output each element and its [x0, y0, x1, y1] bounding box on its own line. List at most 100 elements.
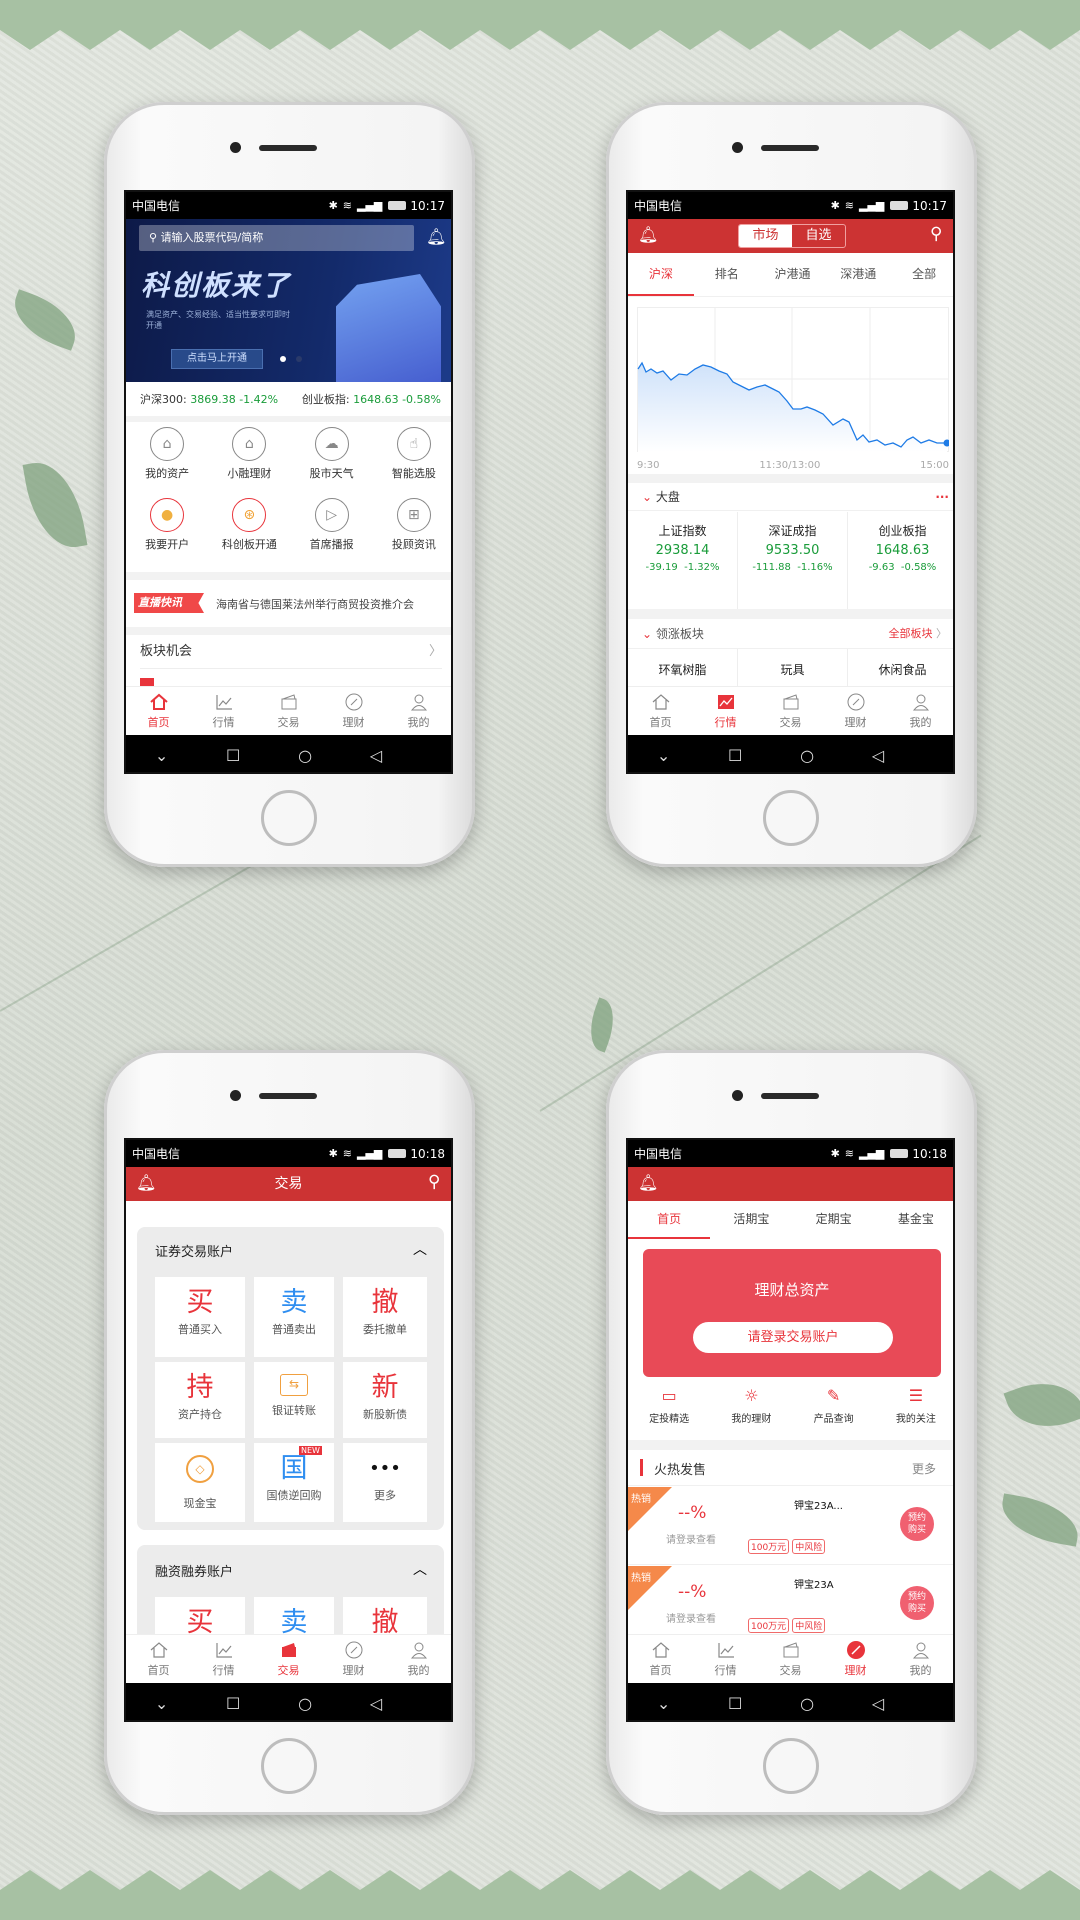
tab-me[interactable]: 我的	[386, 687, 451, 735]
tab-market[interactable]: 行情	[191, 1635, 256, 1683]
back-button[interactable]: ◁	[872, 746, 884, 765]
reserve-buy-button[interactable]: 预约购买	[900, 1586, 934, 1620]
tab-shanghai-shenzhen[interactable]: 沪深	[628, 253, 694, 296]
more-icon[interactable]: ···	[935, 483, 949, 511]
all-sectors-link[interactable]: 全部板块 〉	[889, 619, 948, 649]
tab-hk-shenzhen[interactable]: 深港通	[825, 253, 891, 296]
more-link[interactable]: 更多	[912, 1460, 936, 1477]
cash-treasure-button[interactable]: ◇ 现金宝	[155, 1443, 245, 1522]
product-item[interactable]: 热销 --% 请登录查看 钾宝23A... 100万元 中风险 预约购买	[628, 1487, 953, 1565]
sector-card[interactable]: 环氧树脂	[628, 649, 738, 686]
shortcut-star-market[interactable]: ⊛ 科创板开通	[208, 498, 290, 552]
bell-icon[interactable]: 🔔︎	[638, 1173, 658, 1192]
index-card[interactable]: 上证指数 2938.14 -39.19 -1.32%	[628, 512, 738, 609]
banner-cta-button[interactable]: 点击马上开通	[171, 349, 263, 369]
buy-button[interactable]: 买普通买入	[155, 1277, 245, 1357]
chevron-up-icon[interactable]: ︿	[413, 1559, 427, 1579]
home-circle-button[interactable]: ○	[800, 746, 814, 765]
sector-card[interactable]: 玩具	[738, 649, 848, 686]
chevron-down-icon[interactable]: ⌄	[657, 746, 670, 765]
recents-button[interactable]: ☐	[226, 1694, 240, 1713]
tab-home[interactable]: 首页	[126, 1635, 191, 1683]
tab-home[interactable]: 首页	[126, 687, 191, 735]
tab-home[interactable]: 首页	[628, 1635, 693, 1683]
bell-icon[interactable]: 🔔︎	[638, 225, 658, 244]
chevron-down-icon[interactable]: ⌄	[155, 1694, 168, 1713]
shortcut-weather[interactable]: ☁︎ 股市天气	[291, 427, 373, 481]
bell-icon[interactable]: 🔔︎	[136, 1173, 156, 1192]
recents-button[interactable]: ☐	[728, 746, 742, 765]
search-input[interactable]: ⚲ 请输入股票代码/简称	[139, 225, 414, 251]
intraday-chart[interactable]	[637, 307, 949, 459]
tab-me[interactable]: 我的	[386, 1635, 451, 1683]
back-button[interactable]: ◁	[370, 1694, 382, 1713]
holdings-button[interactable]: 持资产持仓	[155, 1362, 245, 1438]
ipo-button[interactable]: 新新股新债	[343, 1362, 427, 1438]
home-circle-button[interactable]: ○	[298, 746, 312, 765]
carousel-dot[interactable]	[296, 356, 302, 362]
tab-market[interactable]: 行情	[191, 687, 256, 735]
tab-finance[interactable]: 理财	[321, 1635, 386, 1683]
more-button[interactable]: ••• 更多	[343, 1443, 427, 1522]
tab-demand[interactable]: 活期宝	[710, 1201, 792, 1239]
chevron-up-icon[interactable]: ︿	[413, 1239, 427, 1259]
shortcut-advisor-news[interactable]: ⊞ 投顾资讯	[373, 498, 451, 552]
tab-finance[interactable]: 理财	[823, 687, 888, 735]
home-button[interactable]	[763, 1738, 819, 1794]
tab-me[interactable]: 我的	[888, 687, 953, 735]
login-button[interactable]: 请登录交易账户	[693, 1322, 893, 1353]
index-ticker[interactable]: 沪深300: 3869.38 -1.42% 创业板指: 1648.63 -0.5…	[126, 382, 451, 416]
tab-finance[interactable]: 理财	[823, 1635, 888, 1683]
tab-finance[interactable]: 理财	[321, 687, 386, 735]
shortcut-open-account[interactable]: ● 我要开户	[126, 498, 208, 552]
shortcut-finance[interactable]: ⌂ 小融理财	[208, 427, 290, 481]
tab-trade[interactable]: 交易	[758, 687, 823, 735]
sector-opportunity-row[interactable]: 板块机会〉	[140, 635, 442, 669]
shortcut-broadcast[interactable]: ▷ 首席播报	[291, 498, 373, 552]
index-card[interactable]: 深证成指 9533.50 -111.88 -1.16%	[738, 512, 848, 609]
tab-finance-home[interactable]: 首页	[628, 1201, 711, 1239]
tab-fixed[interactable]: 定期宝	[793, 1201, 875, 1239]
dapan-header[interactable]: ⌄ 大盘 ···	[628, 483, 953, 511]
tab-ranking[interactable]: 排名	[694, 253, 760, 296]
back-button[interactable]: ◁	[872, 1694, 884, 1713]
index-card[interactable]: 创业板指 1648.63 -9.63 -0.58%	[848, 512, 953, 609]
chevron-down-icon[interactable]: ⌄	[155, 746, 168, 765]
reserve-buy-button[interactable]: 预约购买	[900, 1507, 934, 1541]
tab-me[interactable]: 我的	[888, 1635, 953, 1683]
tab-hk-shanghai[interactable]: 沪港通	[760, 253, 826, 296]
quick-watchlist[interactable]: ☰ 我的关注	[875, 1386, 953, 1425]
reverse-repo-button[interactable]: 国国债逆回购 NEW	[254, 1443, 334, 1522]
home-button[interactable]	[763, 790, 819, 846]
chevron-down-icon[interactable]: ⌄	[657, 1694, 670, 1713]
search-icon[interactable]: ⚲	[930, 224, 942, 244]
shortcut-my-assets[interactable]: ⌂ 我的资产	[126, 427, 208, 481]
carousel-dot-active[interactable]	[280, 356, 286, 362]
news-ticker[interactable]: 直播快讯 海南省与德国莱法州举行商贸投资推介会	[126, 580, 451, 627]
quick-product-query[interactable]: ✎ 产品查询	[793, 1386, 875, 1425]
recents-button[interactable]: ☐	[728, 1694, 742, 1713]
tab-market[interactable]: 行情	[693, 1635, 758, 1683]
home-button[interactable]	[261, 1738, 317, 1794]
tab-home[interactable]: 首页	[628, 687, 693, 735]
search-icon[interactable]: ⚲	[428, 1172, 440, 1192]
home-circle-button[interactable]: ○	[298, 1694, 312, 1713]
banner[interactable]: ⚲ 请输入股票代码/简称 🔔︎ 科创板来了 满足资产、交易经验、适当性要求可即时…	[126, 219, 451, 382]
tab-trade[interactable]: 交易	[256, 1635, 321, 1683]
segment-market[interactable]: 市场	[739, 225, 792, 247]
news-item[interactable]: 海南省与德国莱法州举行商贸投资推介会	[216, 596, 414, 612]
home-circle-button[interactable]: ○	[800, 1694, 814, 1713]
home-button[interactable]	[261, 790, 317, 846]
bell-icon[interactable]: 🔔︎	[426, 227, 446, 246]
tab-all[interactable]: 全部	[891, 253, 953, 296]
quick-my-finance[interactable]: ☼ 我的理财	[710, 1386, 792, 1425]
recents-button[interactable]: ☐	[226, 746, 240, 765]
bank-transfer-button[interactable]: ⇆ 银证转账	[254, 1362, 334, 1438]
product-item[interactable]: 热销 --% 请登录查看 钾宝23A 100万元 中风险 预约购买	[628, 1566, 953, 1636]
tab-trade[interactable]: 交易	[758, 1635, 823, 1683]
sector-card[interactable]: 休闲食品	[848, 649, 953, 686]
tab-market[interactable]: 行情	[693, 687, 758, 735]
tab-fund[interactable]: 基金宝	[875, 1201, 953, 1239]
quick-plan[interactable]: ▭ 定投精选	[628, 1386, 710, 1425]
back-button[interactable]: ◁	[370, 746, 382, 765]
